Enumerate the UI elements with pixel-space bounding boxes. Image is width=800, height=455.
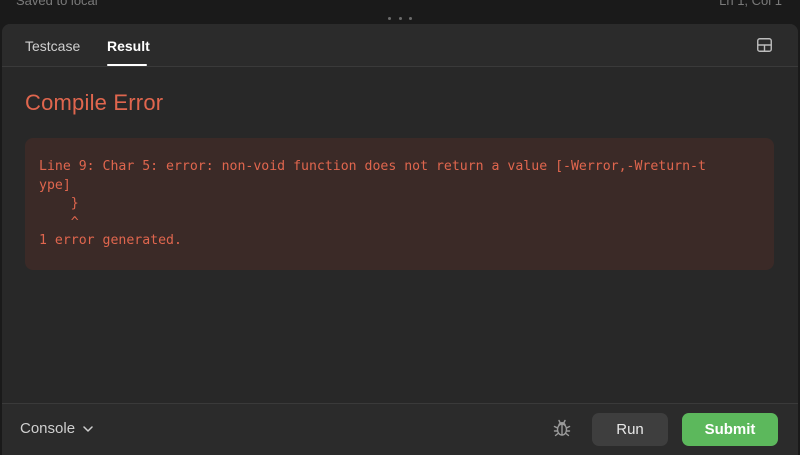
error-line: ype]: [39, 177, 71, 193]
console-toggle[interactable]: Console: [20, 420, 93, 437]
error-output: Line 9: Char 5: error: non-void function…: [25, 138, 774, 270]
tab-result[interactable]: Result: [107, 38, 150, 54]
tab-bar: Testcase Result: [2, 24, 798, 67]
run-button[interactable]: Run: [592, 413, 668, 446]
tab-testcase[interactable]: Testcase: [25, 38, 80, 54]
console-label: Console: [20, 420, 76, 437]
error-line: 1 error generated.: [39, 233, 182, 248]
result-title: Compile Error: [25, 90, 164, 115]
save-status: Saved to local: [16, 0, 98, 8]
error-line: }: [39, 196, 79, 211]
bug-icon[interactable]: [552, 418, 572, 438]
handle-dot: [409, 16, 412, 20]
active-tab-indicator: [107, 64, 147, 66]
error-line: Line 9: Char 5: error: non-void function…: [39, 159, 706, 174]
layout-panel-icon[interactable]: [757, 38, 772, 52]
chevron-down-icon: [83, 425, 93, 432]
resize-handle[interactable]: [388, 15, 412, 21]
cursor-position: Ln 1, Col 1: [719, 0, 782, 8]
submit-button[interactable]: Submit: [682, 413, 778, 446]
editor-status-strip: Saved to local Ln 1, Col 1: [0, 0, 800, 22]
result-panel: Testcase Result Compile Error Line 9: Ch…: [2, 24, 798, 455]
handle-dot: [388, 16, 391, 20]
handle-dot: [398, 16, 402, 20]
error-line: ^: [39, 214, 79, 230]
bottom-toolbar: Console Run Submit: [2, 403, 798, 455]
